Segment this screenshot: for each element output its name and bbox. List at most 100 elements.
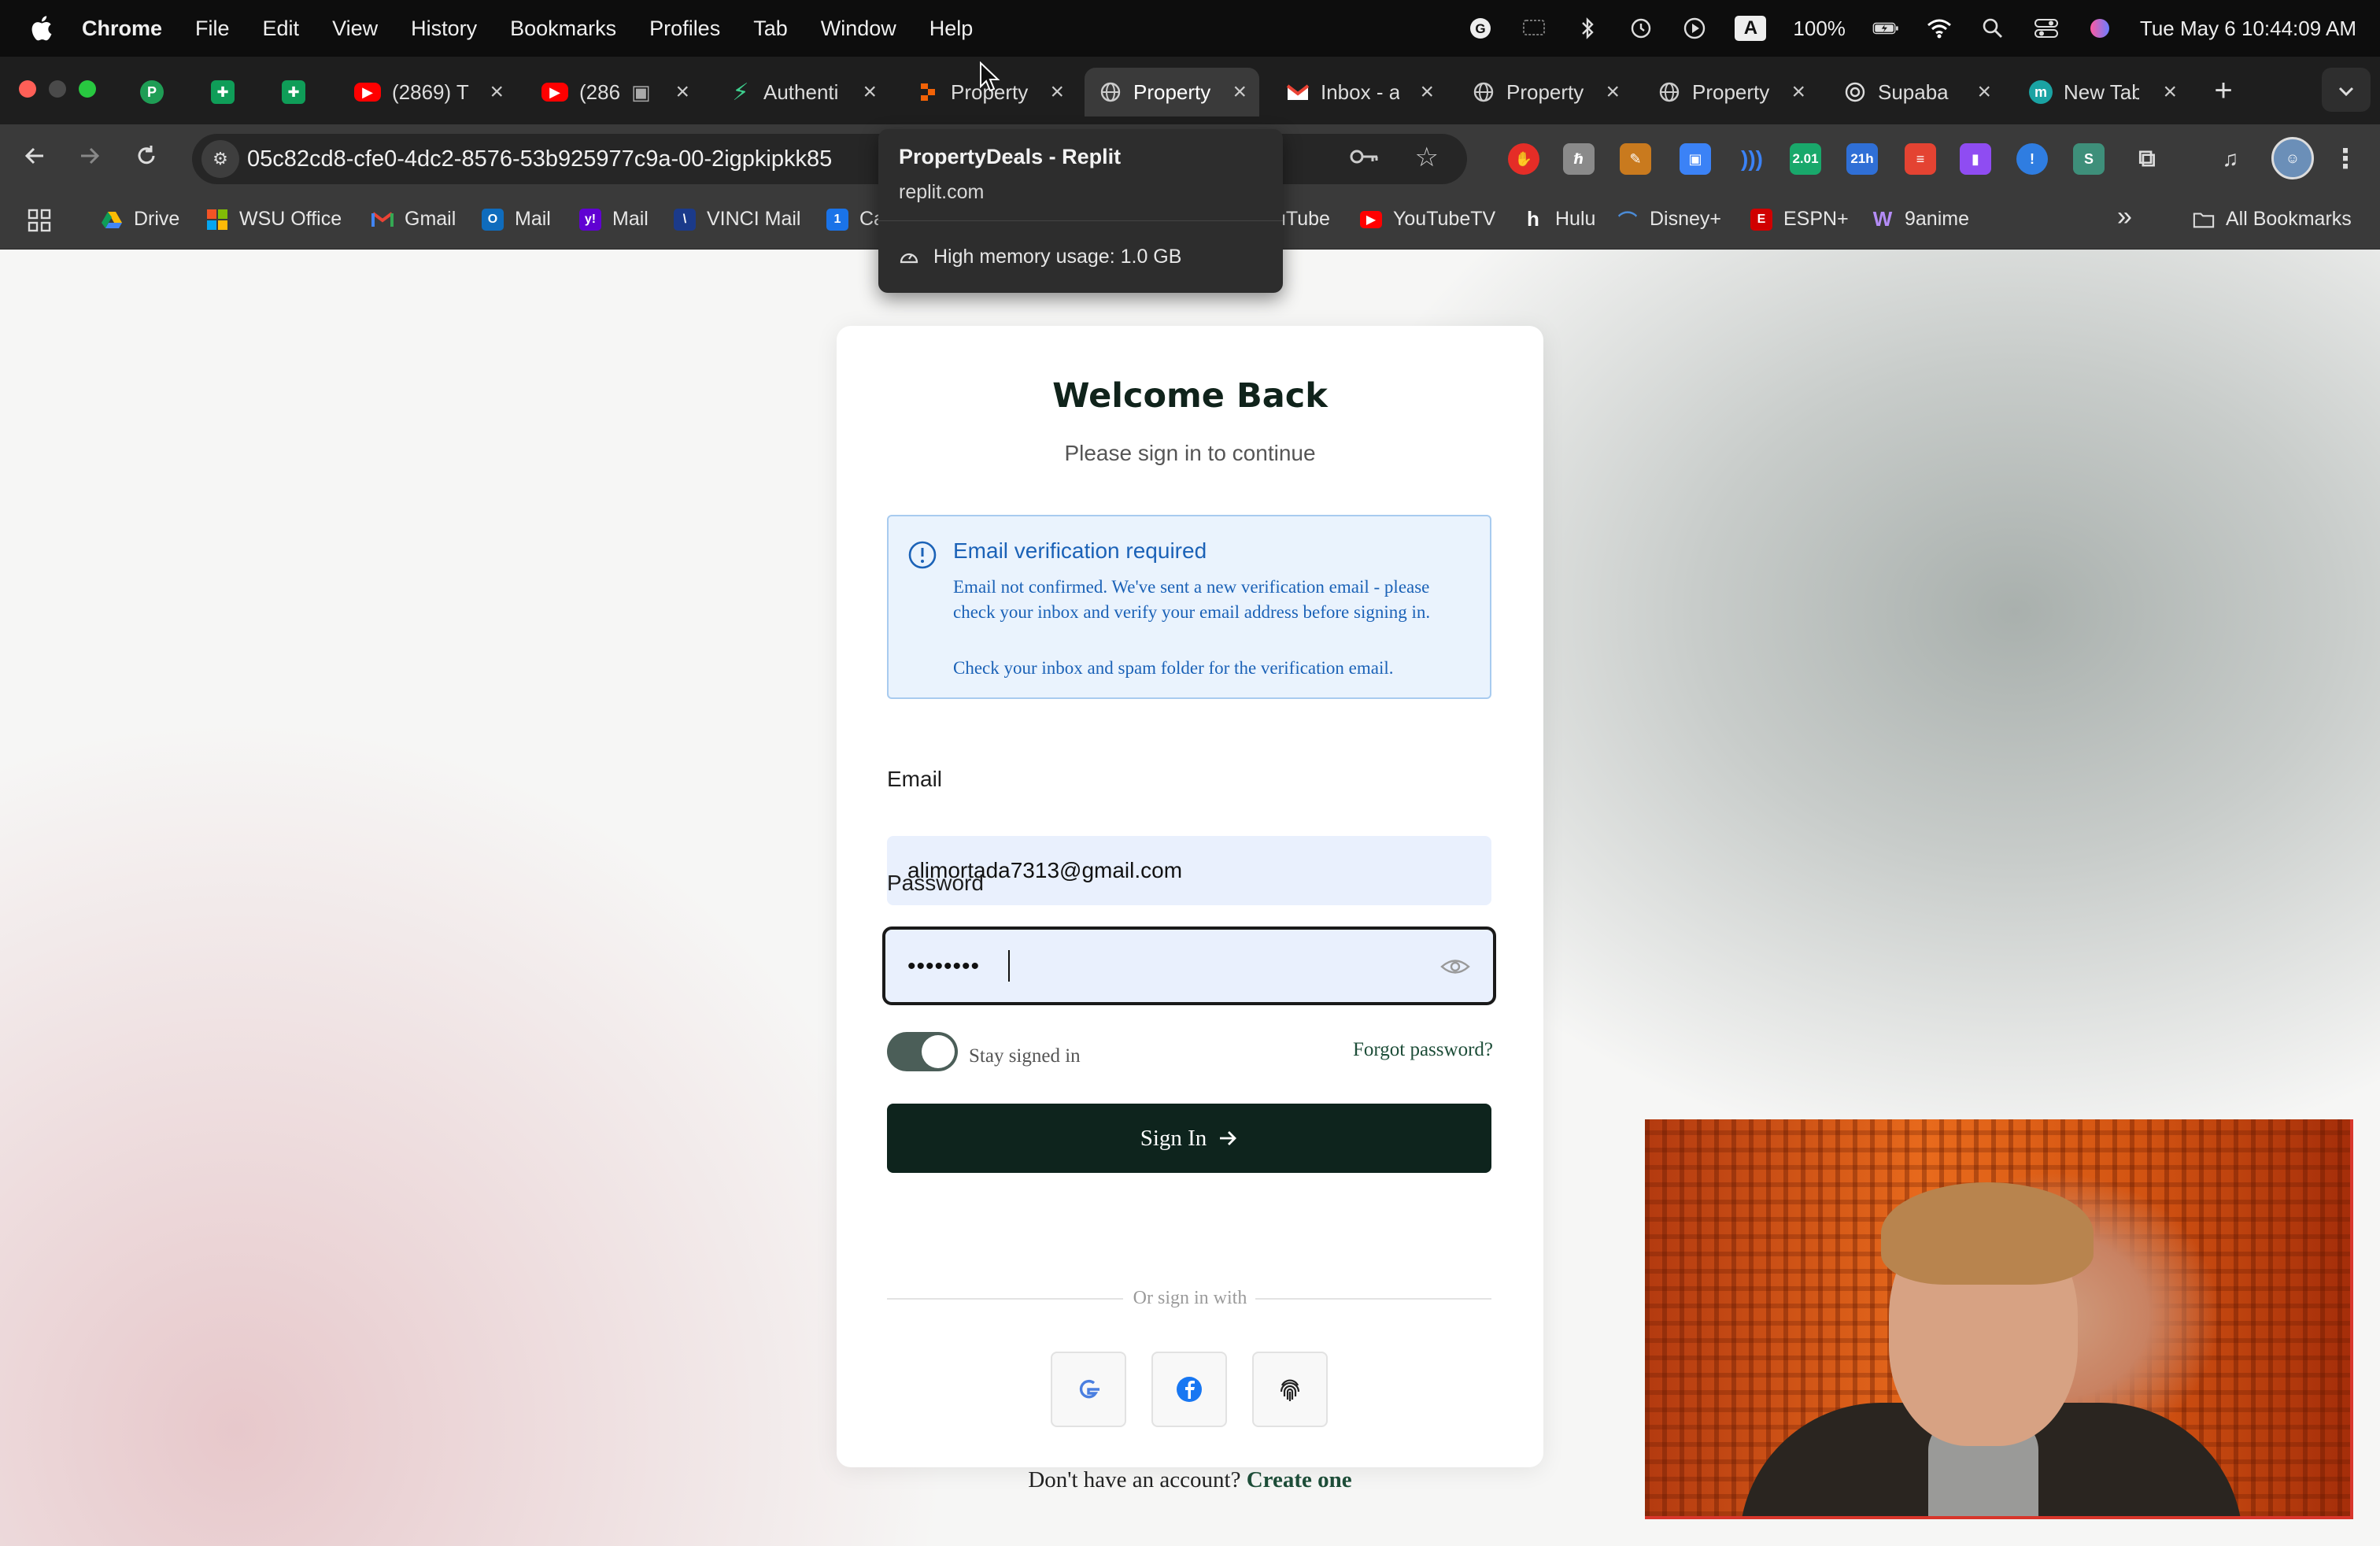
- forgot-password-link[interactable]: Forgot password?: [1353, 1039, 1493, 1061]
- tab-pinned-sheets-2[interactable]: ✚: [268, 68, 324, 117]
- bookmark-calendar[interactable]: 1 Ca: [826, 208, 885, 231]
- create-account-link[interactable]: Create one: [1247, 1467, 1352, 1492]
- battery-icon[interactable]: [1872, 15, 1899, 42]
- tab-gmail-inbox[interactable]: Inbox - a ×: [1272, 68, 1447, 117]
- twitch-icon[interactable]: ▮: [1960, 143, 1991, 175]
- tab-youtube-1[interactable]: ▶ (2869) T ×: [340, 68, 516, 117]
- info-ext-icon[interactable]: !: [2016, 143, 2048, 175]
- control-center-icon[interactable]: [2033, 15, 2060, 42]
- memory-usage-text: High memory usage: 1.0 GB: [933, 246, 1182, 268]
- bookmark-star-icon[interactable]: ☆: [1415, 142, 1439, 173]
- tab-youtube-2[interactable]: ▶ (286 ▣ ×: [527, 68, 702, 117]
- menu-edit[interactable]: Edit: [263, 17, 300, 41]
- bookmark-9anime[interactable]: W 9anime: [1872, 207, 1969, 231]
- close-window-button[interactable]: [19, 80, 36, 98]
- tab-new-tab[interactable]: m New Tab ×: [2015, 68, 2190, 117]
- facebook-sign-in-button[interactable]: [1151, 1352, 1227, 1427]
- wifi-icon[interactable]: [1926, 15, 1953, 42]
- reload-button[interactable]: [129, 142, 164, 176]
- menu-help[interactable]: Help: [929, 17, 974, 41]
- chart-ext-icon[interactable]: 2.01: [1790, 143, 1821, 175]
- tab-search-button[interactable]: [2322, 68, 2371, 112]
- hand-icon[interactable]: ✋: [1508, 143, 1539, 175]
- ext-grey-icon[interactable]: ℏ: [1563, 143, 1595, 175]
- bookmark-youtube[interactable]: uTube: [1275, 208, 1330, 231]
- audio-icon[interactable]: ))): [1736, 143, 1768, 175]
- media-control-icon[interactable]: ♫: [2215, 143, 2246, 175]
- close-tab-icon[interactable]: ×: [675, 79, 689, 105]
- bluetooth-icon[interactable]: [1574, 15, 1601, 42]
- close-tab-icon[interactable]: ×: [1606, 79, 1620, 105]
- menubar-clock[interactable]: Tue May 6 10:44:09 AM: [2140, 17, 2356, 41]
- tab-supabase[interactable]: Supaba ×: [1829, 68, 2004, 117]
- input-source-icon[interactable]: A: [1735, 16, 1767, 41]
- zoom-window-button[interactable]: [79, 80, 96, 98]
- menu-window[interactable]: Window: [821, 17, 896, 41]
- kebab-menu-icon[interactable]: ⋮: [2330, 143, 2361, 175]
- bookmark-gmail[interactable]: Gmail: [371, 208, 456, 231]
- passkey-sign-in-button[interactable]: [1252, 1352, 1328, 1427]
- tab-title: (2869) T: [392, 80, 469, 104]
- menu-file[interactable]: File: [195, 17, 230, 41]
- bookmark-yahoo-mail[interactable]: y! Mail: [579, 208, 649, 231]
- extensions-puzzle-icon[interactable]: ⧉: [2131, 143, 2163, 175]
- bookmark-outlook-mail[interactable]: O Mail: [482, 208, 551, 231]
- password-key-icon[interactable]: [1349, 145, 1380, 174]
- close-tab-icon[interactable]: ×: [1232, 79, 1247, 105]
- s-ext-icon[interactable]: S: [2073, 143, 2105, 175]
- sign-in-button[interactable]: Sign In: [887, 1104, 1491, 1173]
- play-icon[interactable]: [1681, 15, 1708, 42]
- todoist-icon[interactable]: ≡: [1905, 143, 1936, 175]
- menu-history[interactable]: History: [411, 17, 477, 41]
- tab-property-active[interactable]: Property ×: [1085, 68, 1259, 117]
- password-field[interactable]: ••••••••: [882, 926, 1496, 1005]
- picture-in-picture-video[interactable]: [1645, 1119, 2353, 1519]
- minimize-window-button[interactable]: [49, 80, 66, 98]
- more-bookmarks-icon[interactable]: »: [2117, 202, 2132, 232]
- apple-icon[interactable]: [27, 13, 58, 44]
- grammarly-icon[interactable]: G: [1467, 15, 1494, 42]
- menu-profiles[interactable]: Profiles: [649, 17, 720, 41]
- back-button[interactable]: [17, 142, 52, 176]
- tab-property-4[interactable]: Property ×: [1643, 68, 1818, 117]
- bookmark-drive[interactable]: Drive: [101, 208, 179, 231]
- menu-view[interactable]: View: [332, 17, 378, 41]
- site-info-icon[interactable]: ⚙: [201, 140, 239, 178]
- time-machine-icon[interactable]: [1628, 15, 1654, 42]
- tab-pinned-p[interactable]: P: [126, 68, 183, 117]
- bookmark-espn[interactable]: E ESPN+: [1750, 208, 1849, 231]
- close-tab-icon[interactable]: ×: [1420, 79, 1434, 105]
- siri-icon[interactable]: [2086, 15, 2113, 42]
- spotlight-search-icon[interactable]: [1979, 15, 2006, 42]
- bookmark-disney[interactable]: ⌒ Disney+: [1617, 208, 1721, 232]
- screen-icon[interactable]: ▣: [1680, 143, 1711, 175]
- tab-authentication[interactable]: ⚡ Authenti ×: [715, 68, 889, 117]
- close-tab-icon[interactable]: ×: [863, 79, 877, 105]
- close-tab-icon[interactable]: ×: [490, 79, 504, 105]
- avatar[interactable]: ☺: [2271, 137, 2314, 179]
- menu-app-chrome[interactable]: Chrome: [82, 17, 162, 41]
- all-bookmarks-button[interactable]: All Bookmarks: [2193, 208, 2352, 231]
- bookmark-vinci-mail[interactable]: \ VINCI Mail: [674, 208, 800, 231]
- p-green-icon: P: [140, 80, 164, 104]
- menu-bookmarks[interactable]: Bookmarks: [510, 17, 616, 41]
- bookmark-wsu-office[interactable]: WSU Office: [206, 208, 342, 231]
- close-tab-icon[interactable]: ×: [1977, 79, 1991, 105]
- tab-pinned-sheets-1[interactable]: ✚: [197, 68, 253, 117]
- close-tab-icon[interactable]: ×: [1050, 79, 1064, 105]
- bookmark-youtubetv[interactable]: ▶ YouTubeTV: [1360, 208, 1495, 231]
- tab-property-3[interactable]: Property ×: [1458, 68, 1632, 117]
- google-sign-in-button[interactable]: [1051, 1352, 1126, 1427]
- screen-mirroring-icon[interactable]: [1521, 15, 1547, 42]
- stay-signed-in-toggle[interactable]: [887, 1032, 958, 1071]
- close-tab-icon[interactable]: ×: [1791, 79, 1805, 105]
- forward-button[interactable]: [72, 142, 107, 176]
- bookmark-hulu[interactable]: h Hulu: [1522, 207, 1595, 231]
- menu-tab[interactable]: Tab: [753, 17, 788, 41]
- apps-grid-icon[interactable]: [27, 208, 52, 233]
- close-tab-icon[interactable]: ×: [2163, 79, 2177, 105]
- ext-orange-icon[interactable]: ✎: [1620, 143, 1651, 175]
- new-tab-button[interactable]: +: [2204, 71, 2243, 110]
- calendar-ext-icon[interactable]: 21h: [1846, 143, 1878, 175]
- show-password-eye-icon[interactable]: [1439, 953, 1471, 980]
